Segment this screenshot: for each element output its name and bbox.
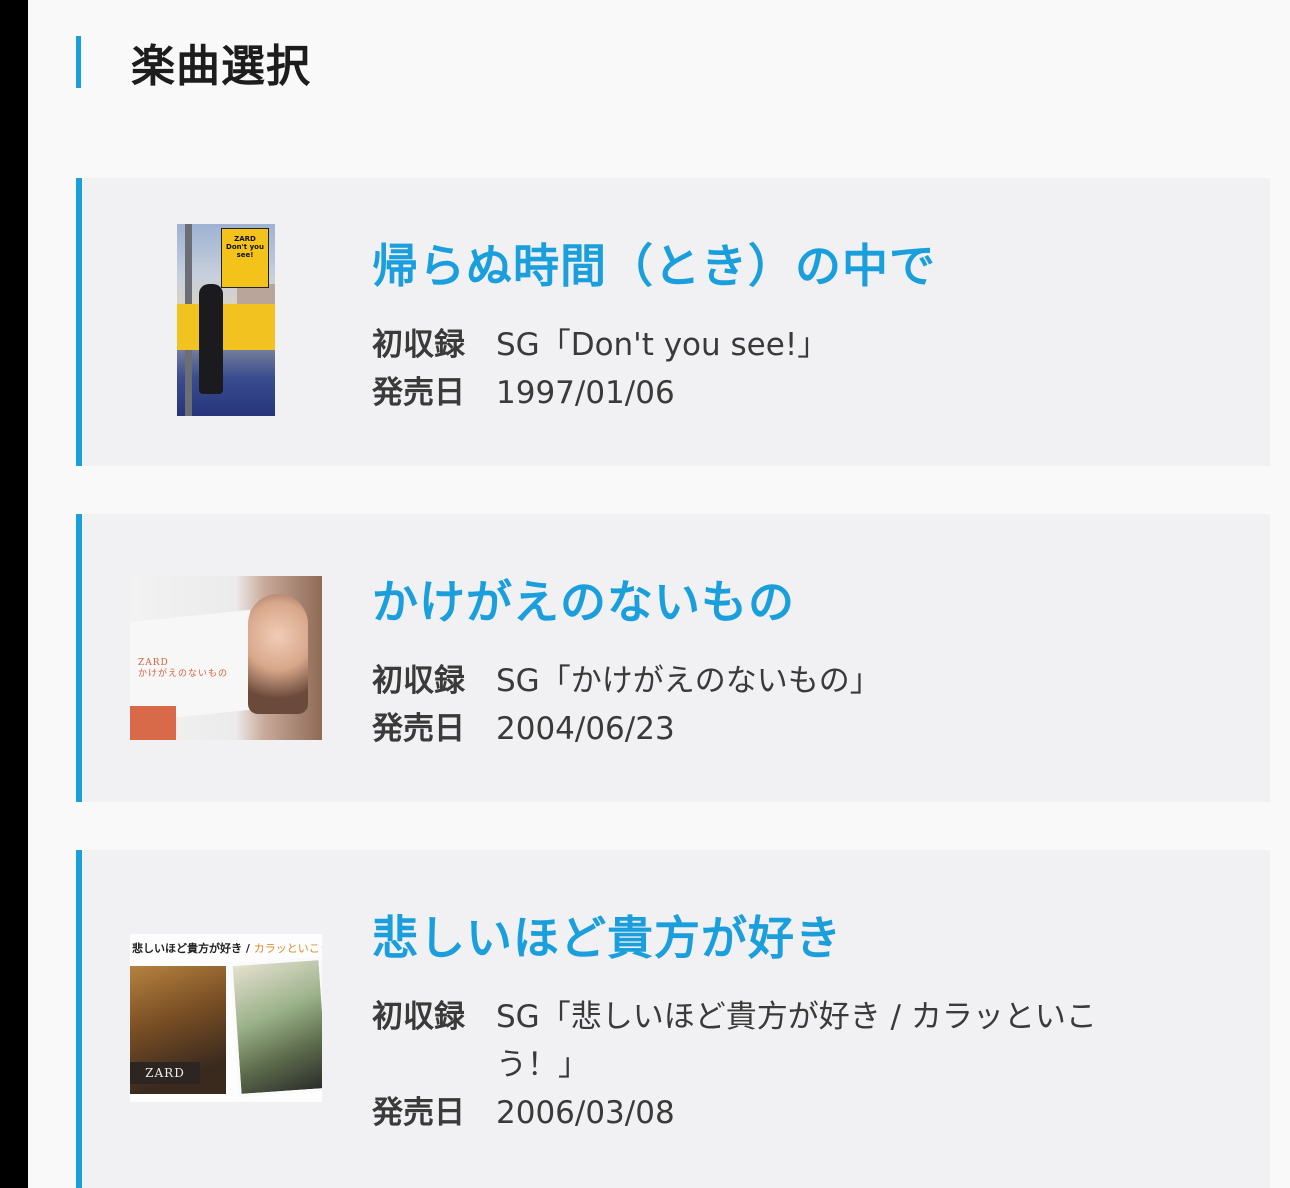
first-record-value: SG「かけがえのないもの」 <box>496 663 881 699</box>
album-cover-image: ZARD Don't you see! <box>177 224 275 416</box>
first-record-value: SG「悲しいほど貴方が好き / カラッといこう！」 <box>496 999 1097 1083</box>
song-meta: 初収録 SG「Don't you see!」 発売日 1997/01/06 <box>372 321 1146 417</box>
first-record-row: 初収録 SG「Don't you see!」 <box>372 321 1146 369</box>
release-date-value: 2006/03/08 <box>496 1095 675 1131</box>
song-meta: 初収録 SG「悲しいほど貴方が好き / カラッといこう！」 発売日 2006/0… <box>372 993 1146 1137</box>
first-record-value: SG「Don't you see!」 <box>496 327 829 363</box>
song-meta: 初収録 SG「かけがえのないもの」 発売日 2004/06/23 <box>372 657 1146 753</box>
cover-title-1: 悲しいほど貴方が好き / <box>132 942 250 955</box>
song-title[interactable]: かけがえのないもの <box>372 566 795 632</box>
cover-photo-right <box>229 956 322 1098</box>
release-date-label: 発売日 <box>372 711 465 747</box>
header-accent-bar <box>76 36 81 88</box>
cover-text: ZARD かけがえのないもの <box>138 658 228 680</box>
cover-title-line: 悲しいほど貴方が好き / カラッといこう! <box>132 940 322 956</box>
page-title: 楽曲選択 <box>131 41 311 92</box>
song-card[interactable]: ZARD かけがえのないもの かけがえのないもの 初収録 SG「かけがえのないも… <box>76 514 1270 802</box>
release-date-value: 2004/06/23 <box>496 711 675 747</box>
cover-artist-box: ZARD <box>130 1062 200 1084</box>
release-date-row: 発売日 2006/03/08 <box>372 1089 1146 1137</box>
song-select-page: 楽曲選択 ZARD Don't you see! 帰らぬ時間（とき）の中で 初収… <box>28 0 1290 1188</box>
cover-song: かけがえのないもの <box>138 669 229 679</box>
release-date-row: 発売日 2004/06/23 <box>372 705 1146 753</box>
album-cover-image: ZARD 悲しいほど貴方が好き / カラッといこう! <box>130 934 322 1102</box>
song-card[interactable]: ZARD 悲しいほど貴方が好き / カラッといこう! 悲しいほど貴方が好き 初収… <box>76 850 1270 1188</box>
cover-sign: ZARD Don't you see! <box>221 228 269 288</box>
cover-sign-text: ZARD Don't you see! <box>226 235 264 259</box>
album-cover-image: ZARD かけがえのないもの <box>130 576 322 740</box>
release-date-row: 発売日 1997/01/06 <box>372 369 1146 417</box>
cover-artist: ZARD <box>138 658 169 668</box>
first-record-row: 初収録 SG「悲しいほど貴方が好き / カラッといこう！」 <box>372 993 1146 1089</box>
release-date-label: 発売日 <box>372 375 465 411</box>
cover-taxi <box>177 304 275 350</box>
first-record-label: 初収録 <box>372 663 465 699</box>
song-title[interactable]: 悲しいほど貴方が好き <box>372 902 842 968</box>
release-date-label: 発売日 <box>372 1095 465 1131</box>
cover-person <box>199 284 223 394</box>
section-header: 楽曲選択 <box>76 36 311 92</box>
first-record-label: 初収録 <box>372 999 465 1035</box>
cover-title-2: カラッといこう! <box>253 942 322 955</box>
cover-portrait <box>248 594 308 714</box>
release-date-value: 1997/01/06 <box>496 375 675 411</box>
song-title[interactable]: 帰らぬ時間（とき）の中で <box>372 230 936 296</box>
cover-red-book <box>130 706 176 740</box>
song-card[interactable]: ZARD Don't you see! 帰らぬ時間（とき）の中で 初収録 SG「… <box>76 178 1270 466</box>
first-record-label: 初収録 <box>372 327 465 363</box>
first-record-row: 初収録 SG「かけがえのないもの」 <box>372 657 1146 705</box>
